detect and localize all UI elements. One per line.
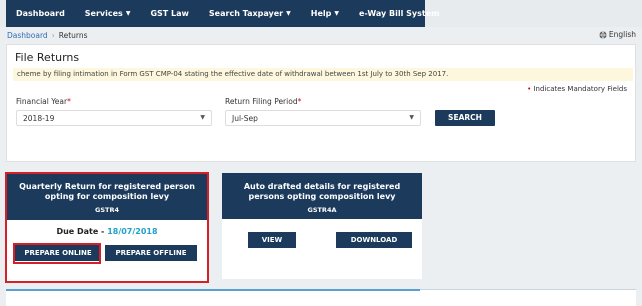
return-period-value: Jul-Sep [232, 114, 258, 123]
nav-eway-bill[interactable]: e-Way Bill System [349, 0, 450, 27]
bottom-accent-line [6, 289, 420, 291]
dropdown-arrow-icon: ▼ [409, 114, 414, 121]
required-asterisk: • [527, 85, 532, 93]
financial-year-select[interactable]: 2018-19 ▼ [16, 110, 212, 126]
financial-year-label: Financial Year* [16, 97, 71, 106]
nav-services-label: Services [84, 9, 123, 18]
required-asterisk: * [67, 97, 71, 106]
search-button[interactable]: SEARCH [435, 110, 495, 126]
top-navigation: Dashboard Services ▼ GST Law Search Taxpa… [0, 0, 642, 27]
nav-services[interactable]: Services ▼ [75, 0, 141, 27]
nav-gst-law[interactable]: GST Law [140, 0, 198, 27]
return-period-label-text: Return Filing Period [225, 97, 298, 106]
language-label: English [608, 30, 636, 39]
gstr4a-card: Auto drafted details for registered pers… [222, 173, 422, 279]
mandatory-note: • Indicates Mandatory Fields [527, 85, 627, 93]
breadcrumb-separator: › [51, 30, 55, 40]
nav-gst-law-label: GST Law [150, 9, 189, 18]
gstr4a-card-header: Auto drafted details for registered pers… [222, 173, 422, 219]
gstr4a-title: Auto drafted details for registered pers… [243, 182, 401, 201]
gstr4a-subtitle: GSTR4A [307, 206, 337, 214]
return-period-label: Return Filing Period* [225, 97, 301, 106]
nav-help-label: Help [310, 9, 332, 18]
caret-down-icon: ▼ [125, 10, 131, 17]
breadcrumb: Dashboard › Returns English [0, 27, 642, 43]
globe-icon [599, 30, 607, 39]
required-asterisk: * [297, 97, 302, 106]
caret-down-icon: ▼ [334, 10, 339, 17]
return-period-select[interactable]: Jul-Sep ▼ [225, 110, 421, 126]
nav-search-taxpayer[interactable]: Search Taxpayer ▼ [199, 0, 301, 27]
page-title: File Returns [15, 51, 80, 64]
nav-help[interactable]: Help ▼ [301, 0, 349, 27]
download-button[interactable]: DOWNLOAD [336, 232, 412, 248]
nav-search-taxpayer-label: Search Taxpayer [208, 9, 284, 18]
gstr4-highlight-box [5, 172, 209, 283]
prepare-online-highlight-box [13, 243, 101, 264]
breadcrumb-dashboard-link[interactable]: Dashboard [7, 31, 48, 40]
language-selector[interactable]: English [599, 30, 636, 39]
main-menu: Dashboard Services ▼ GST Law Search Taxpa… [6, 0, 439, 27]
caret-down-icon: ▼ [286, 10, 291, 17]
financial-year-value: 2018-19 [23, 114, 55, 123]
file-returns-panel: File Returns cheme by filing intimation … [6, 44, 636, 162]
bottom-panel [6, 289, 636, 306]
mandatory-note-text: Indicates Mandatory Fields [533, 85, 627, 93]
nav-dashboard-label: Dashboard [16, 9, 65, 18]
view-button[interactable]: VIEW [248, 232, 296, 248]
financial-year-label-text: Financial Year [16, 97, 68, 106]
notice-banner: cheme by filing intimation in Form GST C… [13, 68, 633, 81]
nav-dashboard[interactable]: Dashboard [6, 0, 75, 27]
nav-eway-bill-label: e-Way Bill System [358, 9, 440, 18]
dropdown-arrow-icon: ▼ [200, 114, 205, 121]
breadcrumb-current: Returns [58, 30, 88, 40]
